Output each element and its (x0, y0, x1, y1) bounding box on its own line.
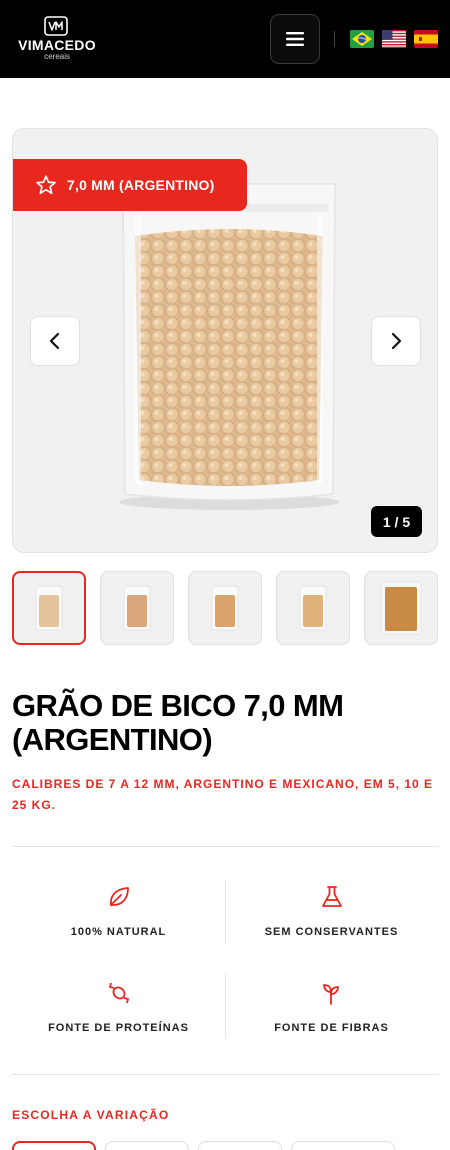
site-header: VIMACEDO cereais (0, 0, 450, 78)
section-divider (12, 846, 438, 847)
feature-natural: 100% NATURAL (12, 884, 225, 938)
feature-no-preservatives: SEM CONSERVANTES (225, 884, 438, 938)
chevron-right-icon (391, 332, 402, 350)
product-subtitle: CALIBRES DE 7 A 12 MM, ARGENTINO E MEXIC… (12, 777, 434, 812)
feature-label: FONTE DE FIBRAS (274, 1022, 389, 1034)
product-gallery[interactable]: 7,0 MM (ARGENTINO) 1 / 5 (12, 128, 438, 553)
section-divider (12, 1074, 438, 1075)
feature-label: 100% NATURAL (70, 926, 167, 938)
thumbnail-4[interactable] (276, 571, 350, 645)
gallery-next-button[interactable] (371, 316, 421, 366)
chevron-left-icon (49, 332, 60, 350)
variation-option-3[interactable] (198, 1141, 282, 1150)
gallery-counter: 1 / 5 (371, 506, 422, 537)
header-divider (334, 31, 335, 47)
variation-option-2[interactable] (105, 1141, 189, 1150)
candy-icon (108, 982, 129, 1004)
menu-button[interactable] (270, 14, 320, 64)
brand-logo[interactable]: VIMACEDO cereais (14, 16, 100, 62)
thumbnail-1[interactable] (12, 571, 86, 645)
star-icon (36, 175, 56, 195)
gallery-prev-button[interactable] (30, 316, 80, 366)
variation-option-4[interactable] (291, 1141, 395, 1150)
thumbnail-image (299, 585, 327, 631)
thumbnail-image (380, 581, 422, 635)
feature-fiber: FONTE DE FIBRAS (225, 980, 438, 1034)
variation-option-1[interactable] (12, 1141, 96, 1150)
brand-name: VIMACEDO (18, 37, 96, 53)
feature-label: SEM CONSERVANTES (264, 926, 399, 938)
hamburger-icon (286, 32, 304, 46)
thumbnail-image (211, 585, 239, 631)
flag-usa-icon[interactable] (382, 30, 406, 48)
flag-spain-icon[interactable] (414, 30, 438, 48)
sprout-icon (322, 984, 339, 1005)
thumbnail-image (123, 585, 151, 631)
thumbnail-image (35, 585, 63, 631)
thumbnail-2[interactable] (100, 571, 174, 645)
thumbnail-5[interactable] (364, 571, 438, 645)
logo-mark-icon (44, 16, 68, 36)
brand-subtitle: cereais (44, 52, 70, 61)
feature-label: FONTE DE PROTEÍNAS (48, 1022, 189, 1034)
variation-label: ESCOLHA A VARIAÇÃO (12, 1108, 170, 1122)
product-title: GRÃO DE BICO 7,0 MM (ARGENTINO) (12, 688, 344, 757)
flag-brazil-icon[interactable] (350, 30, 374, 48)
leaf-icon (109, 887, 129, 906)
badge-label: 7,0 MM (ARGENTINO) (67, 177, 215, 193)
variant-badge: 7,0 MM (ARGENTINO) (13, 159, 247, 211)
feature-protein: FONTE DE PROTEÍNAS (12, 980, 225, 1034)
product-image (119, 183, 339, 510)
flask-icon (321, 886, 342, 907)
thumbnail-3[interactable] (188, 571, 262, 645)
